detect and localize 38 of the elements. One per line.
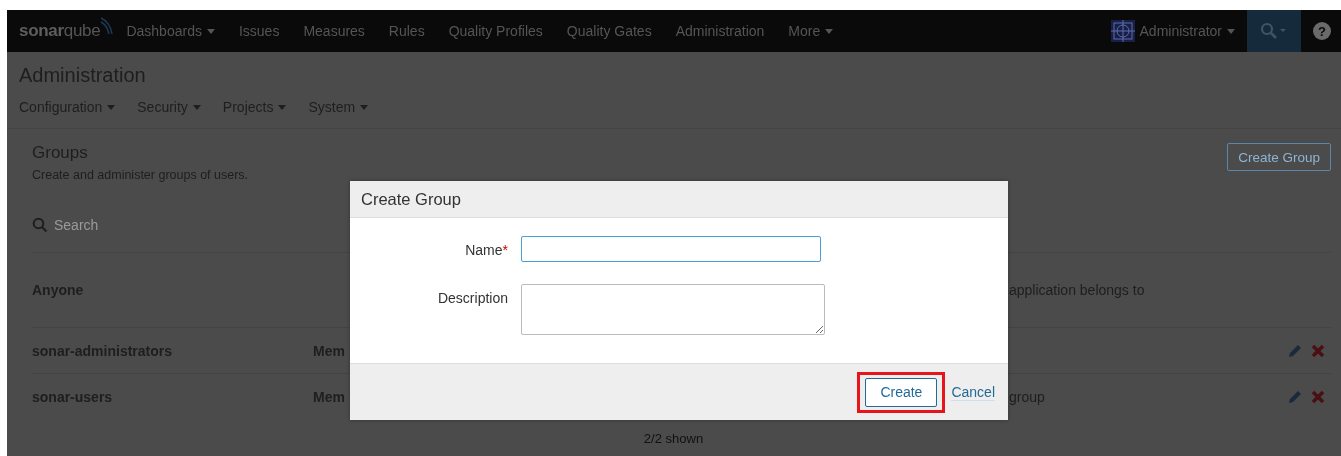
search-field[interactable]: Search [32,212,232,238]
caret-icon [206,28,215,34]
caret-icon [192,104,201,110]
shown-count: 2/2 shown [642,431,705,446]
nav-link[interactable]: Quality Profiles [448,23,543,39]
caret-icon [107,104,116,110]
delete-icon[interactable] [1311,343,1325,358]
search-button[interactable] [1247,10,1301,52]
nav-link[interactable]: Quality Gates [566,23,652,39]
logo-arcs-icon [100,16,115,36]
search-icon [1260,22,1288,40]
caret-icon [360,104,369,110]
dialog-title: Create Group [361,189,461,209]
pencil-icon[interactable] [1287,342,1303,359]
nav-link[interactable]: Dashboards [126,23,215,39]
nav-link[interactable]: Administration [675,23,765,39]
nav-link[interactable]: Measures [303,23,365,39]
search-placeholder: Search [54,217,99,233]
cancel-link[interactable]: Cancel [951,383,995,401]
avatar-icon [1109,19,1136,43]
search-icon [32,217,48,233]
pencil-icon[interactable] [1287,388,1303,405]
create-button[interactable]: Create [865,377,938,407]
nav-link[interactable]: Issues [238,23,280,39]
user-menu[interactable]: Administrator [1139,23,1235,39]
caret-icon [1227,28,1235,34]
help-button[interactable]: ? [1313,22,1331,40]
delete-icon[interactable] [1311,389,1325,404]
field-label: Description [436,289,508,306]
create-group-button[interactable]: Create Group [1227,143,1331,171]
name-input-field[interactable] [521,236,821,262]
description-text-area[interactable] [521,284,825,335]
nav-link[interactable]: More [788,23,834,39]
nav-link[interactable]: Rules [388,23,425,39]
logo[interactable]: sonarqube [19,21,101,41]
field-label: Name* [464,241,508,258]
caret-icon [278,104,287,110]
caret-icon [825,28,834,34]
